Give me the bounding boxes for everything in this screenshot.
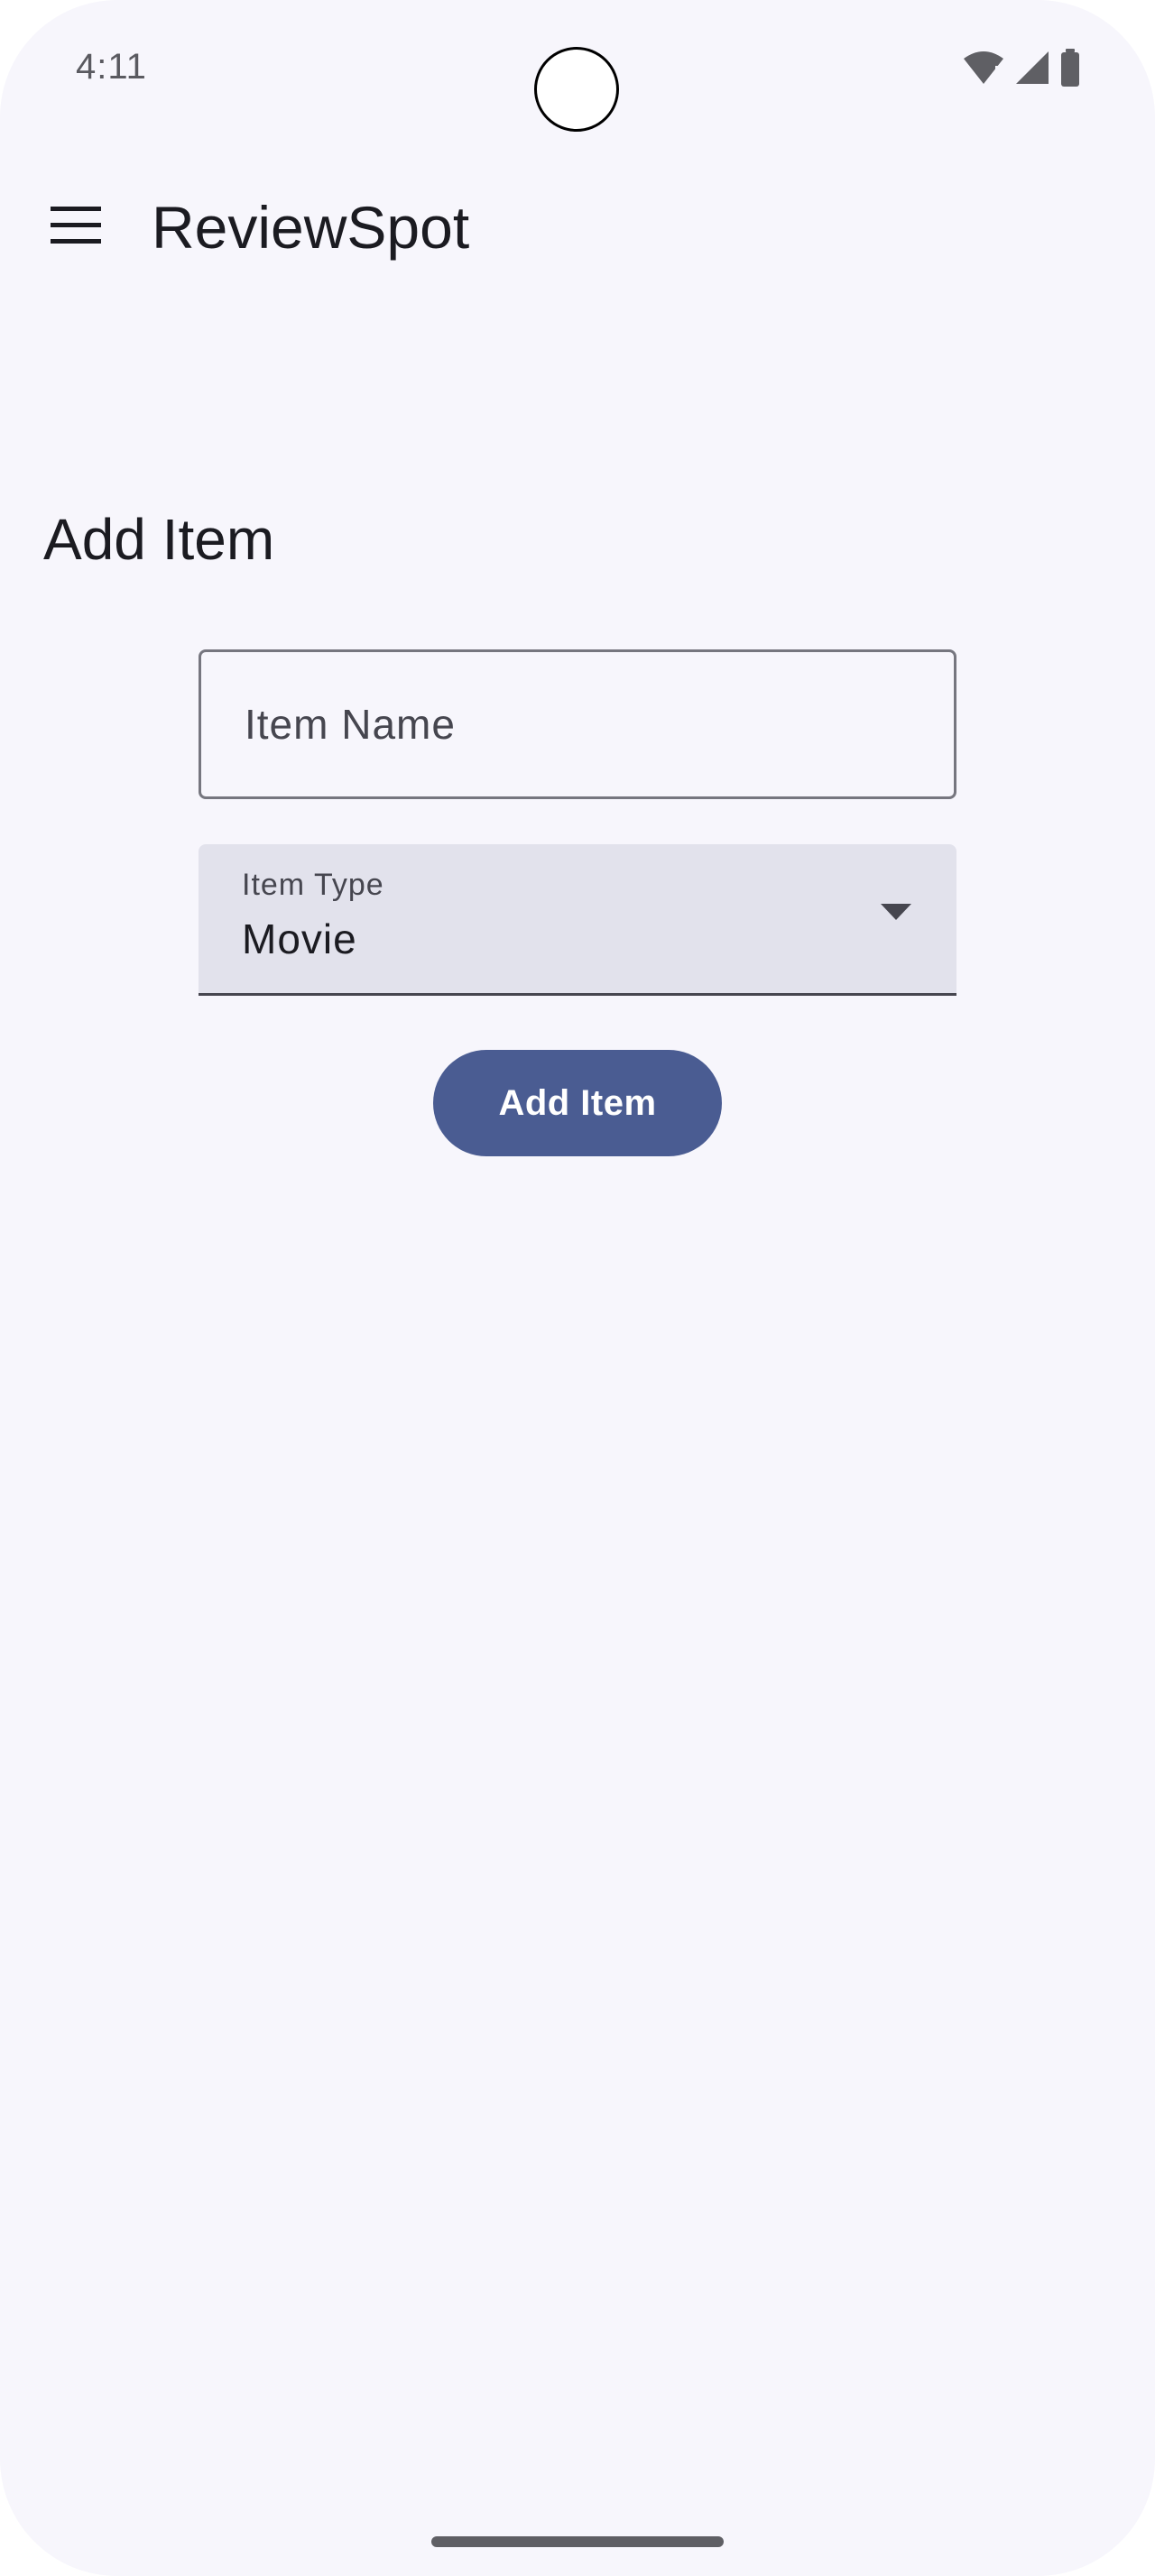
item-name-placeholder: Item Name xyxy=(245,701,456,748)
cell-signal-icon xyxy=(1014,50,1050,90)
wifi-alert-icon xyxy=(962,50,1005,90)
menu-icon xyxy=(51,206,101,249)
status-time: 4:11 xyxy=(76,47,147,87)
status-icons xyxy=(962,49,1081,91)
item-name-field[interactable]: Item Name xyxy=(199,649,956,799)
screen: 4:11 ReviewSpot Add Item Item Name Item … xyxy=(0,0,1155,2576)
menu-button[interactable] xyxy=(40,191,112,263)
page-title: Add Item xyxy=(43,507,275,572)
gesture-navigation-bar[interactable] xyxy=(431,2536,724,2547)
app-title: ReviewSpot xyxy=(152,194,470,261)
add-item-button[interactable]: Add Item xyxy=(433,1050,722,1156)
item-type-dropdown[interactable]: Item Type Movie xyxy=(199,844,956,996)
item-type-value: Movie xyxy=(242,915,357,962)
camera-cutout xyxy=(534,47,619,132)
battery-icon xyxy=(1059,49,1081,91)
item-type-label: Item Type xyxy=(242,868,384,902)
dropdown-arrow-icon xyxy=(881,904,911,922)
